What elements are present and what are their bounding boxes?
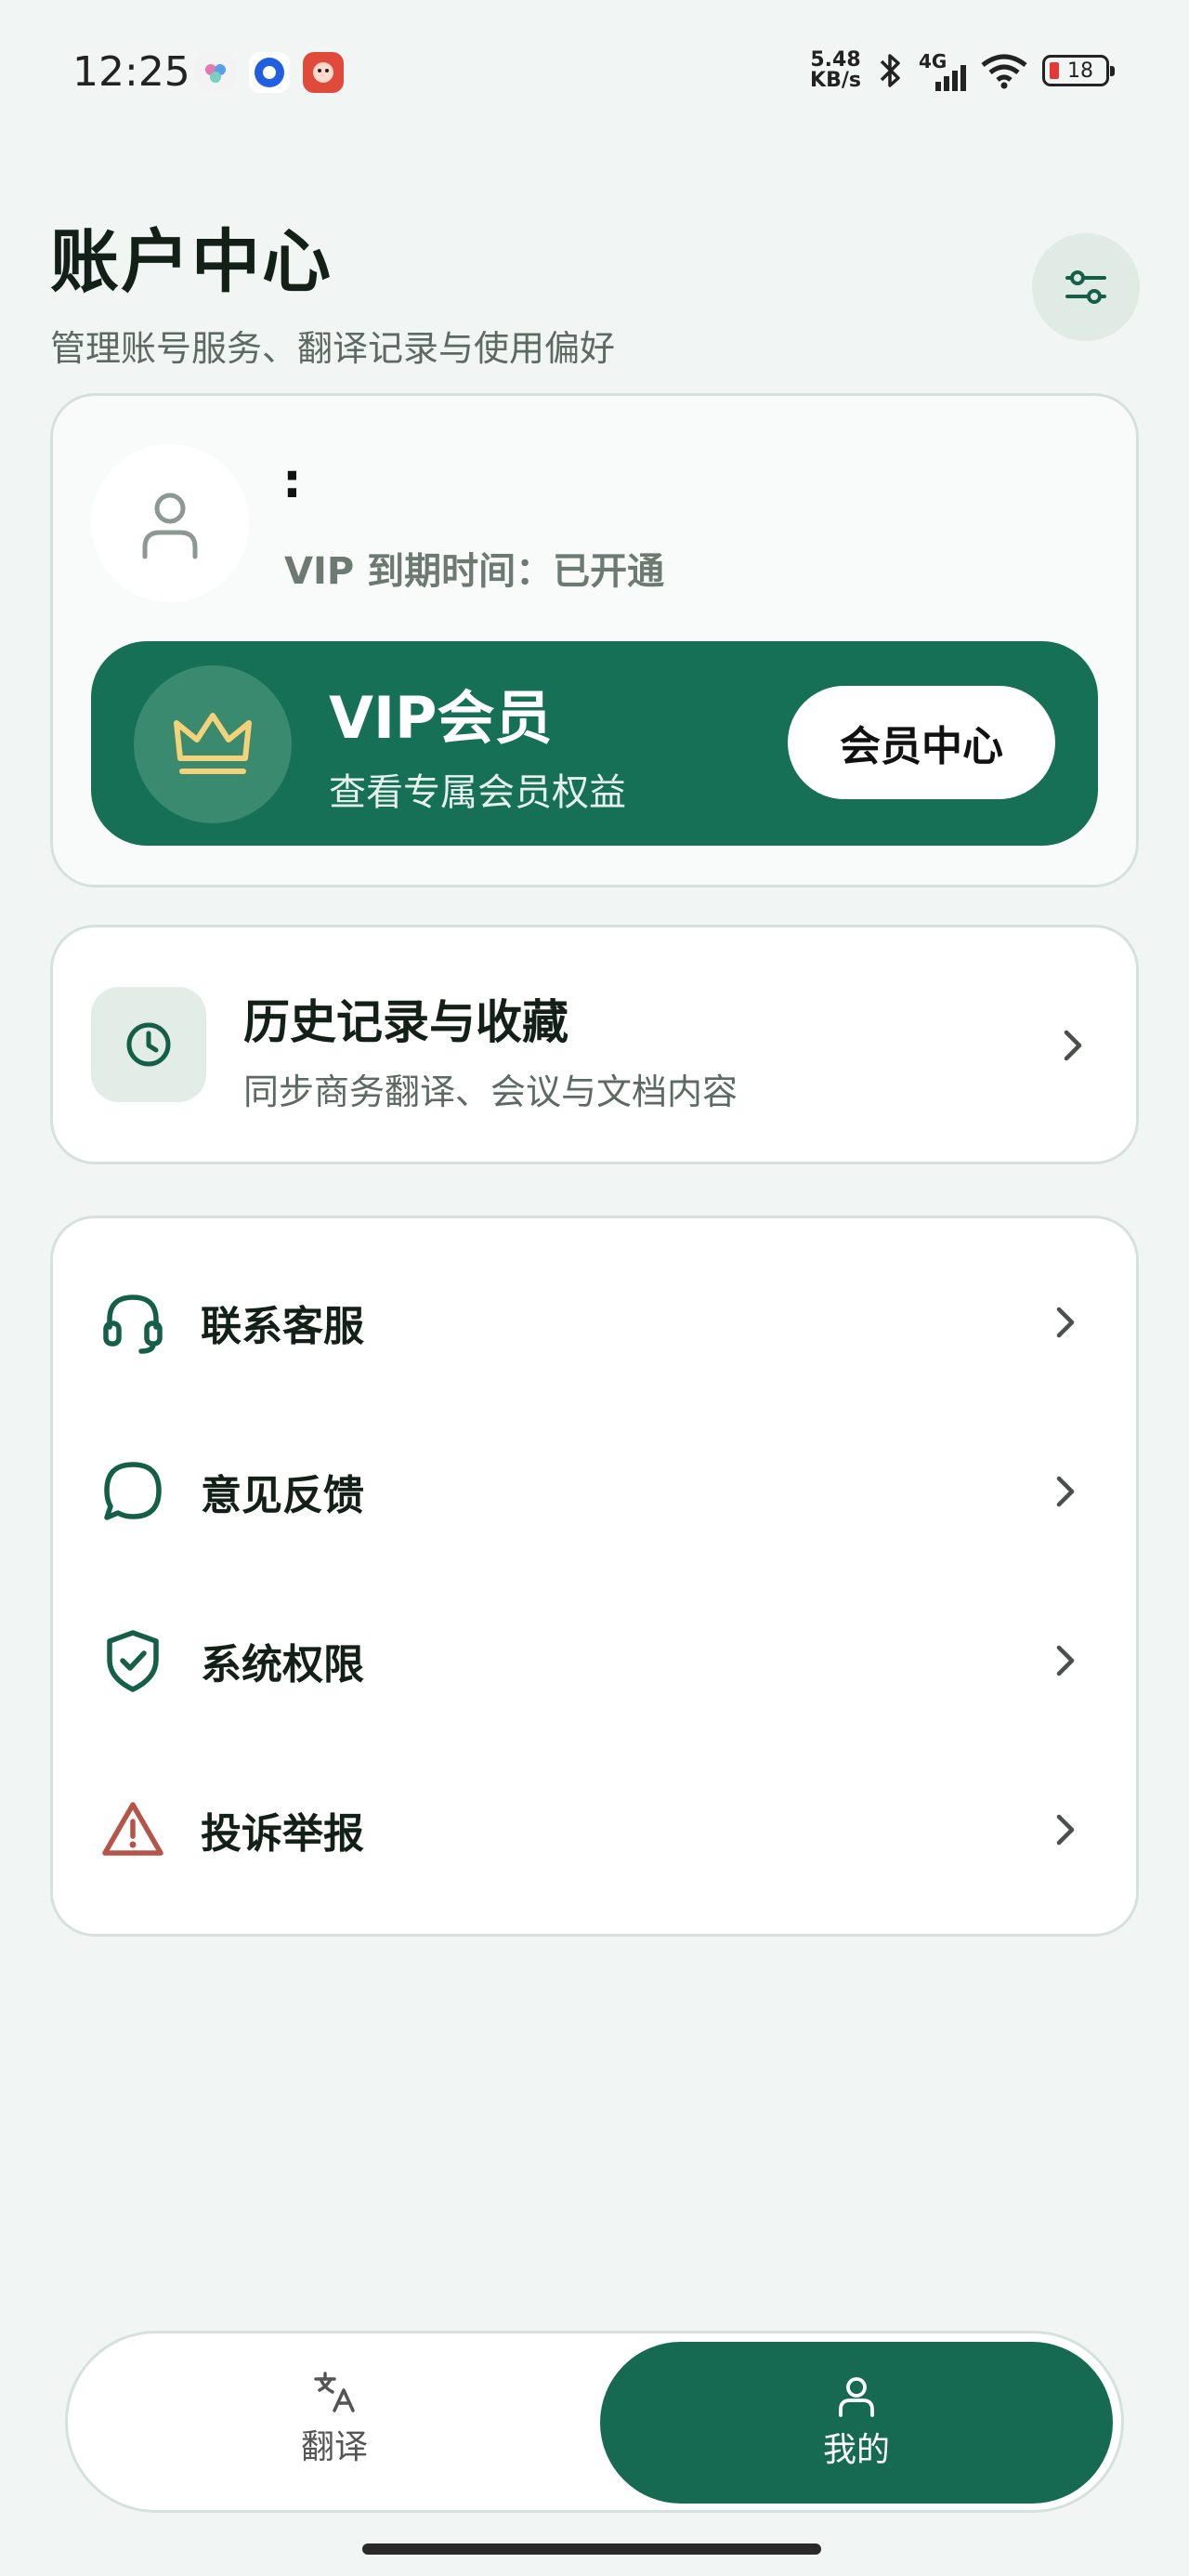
home-indicator[interactable] (362, 2543, 821, 2555)
history-icon-box (91, 987, 206, 1102)
chat-bubble-icon (98, 1457, 167, 1526)
headset-icon (98, 1288, 167, 1357)
user-name: : (282, 453, 302, 509)
chevron-right-icon (1046, 1811, 1083, 1848)
menu-item-label: 投诉举报 (201, 1810, 364, 1858)
status-indicators: 5.48 KB/s 4G 18 (810, 48, 1115, 92)
cellular-signal: 4G (919, 50, 966, 91)
tab-translate-label: 翻译 (300, 2428, 368, 2466)
chevron-right-icon (1053, 1027, 1091, 1064)
user-icon (839, 2377, 874, 2417)
crown-icon (174, 713, 252, 774)
vip-title: VIP会员 (329, 684, 553, 752)
menu-item-label: 联系客服 (201, 1303, 364, 1350)
status-app-icons (195, 52, 344, 93)
warning-triangle-icon (98, 1795, 167, 1864)
page-title: 账户中心 (50, 222, 333, 302)
clock-icon (126, 1022, 171, 1067)
status-time: 12:25 (72, 48, 190, 96)
vip-description: 查看专属会员权益 (329, 771, 626, 814)
history-title: 历史记录与收藏 (243, 995, 568, 1049)
crown-badge (134, 665, 292, 823)
net-speed: 5.48 KB/s (810, 48, 861, 92)
bluetooth-icon (880, 54, 900, 87)
history-description: 同步商务翻译、会议与文档内容 (243, 1071, 738, 1112)
battery-indicator: 18 (1042, 55, 1115, 86)
app-notification-icon (249, 52, 290, 93)
vip-expire-text: VIP 到期时间：已开通 (284, 550, 665, 593)
menu-item-feedback[interactable]: 意见反馈 (50, 1407, 1139, 1576)
shield-check-icon (98, 1626, 167, 1695)
chevron-right-icon (1046, 1304, 1083, 1341)
tab-mine-label: 我的 (822, 2431, 890, 2469)
sliders-icon (1065, 270, 1106, 304)
menu-item-label: 系统权限 (201, 1641, 364, 1689)
page-subtitle: 管理账号服务、翻译记录与使用偏好 (50, 328, 616, 369)
history-card[interactable] (50, 925, 1139, 1164)
tab-mine[interactable]: 我的 (600, 2342, 1113, 2504)
member-center-button[interactable]: 会员中心 (788, 686, 1055, 799)
menu-item-label: 意见反馈 (201, 1472, 364, 1519)
wifi-icon (981, 54, 1027, 89)
menu-item-report[interactable]: 投诉举报 (50, 1745, 1139, 1914)
menu-item-permissions[interactable]: 系统权限 (50, 1576, 1139, 1745)
user-icon (142, 493, 198, 559)
avatar[interactable] (91, 444, 249, 602)
chevron-right-icon (1046, 1473, 1083, 1510)
tab-translate[interactable]: 翻译 (242, 2370, 427, 2468)
chevron-right-icon (1046, 1642, 1083, 1679)
menu-item-customer-service[interactable]: 联系客服 (50, 1238, 1139, 1407)
translate-icon (314, 2372, 355, 2412)
app-notification-icon (195, 52, 236, 93)
app-notification-icon (303, 52, 344, 93)
settings-button[interactable] (1032, 233, 1140, 341)
